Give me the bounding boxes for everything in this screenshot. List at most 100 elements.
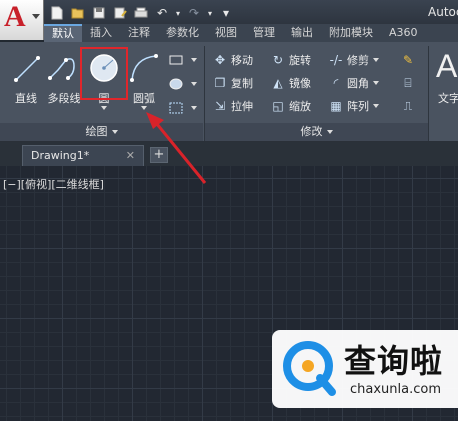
title-bar: ↶ ▾ ↷ ▾ ▾ Autoc: [0, 0, 458, 27]
window-title: Autoc: [428, 5, 458, 19]
tab-a360[interactable]: A360: [381, 24, 426, 42]
autocad-logo-icon: A: [4, 0, 26, 33]
polyline-tool-button[interactable]: 多段线: [44, 48, 84, 110]
trim-tool-label: 修剪: [347, 54, 369, 67]
watermark-url: chaxunla.com: [350, 382, 441, 397]
modify-panel-title[interactable]: 修改: [205, 123, 428, 141]
chevron-down-icon[interactable]: [101, 106, 107, 110]
mirror-icon: ◭: [273, 76, 283, 90]
scale-tool-button[interactable]: ◱ 缩放: [270, 96, 311, 116]
explode-tool-button[interactable]: ⌸: [400, 73, 419, 93]
stretch-tool-button[interactable]: ⇲ 拉伸: [212, 96, 253, 116]
ribbon-body: 直线 多段线 圆 圆弧 绘图 ✥ 移动 ❐ 复制 ⇲ 拉伸 ↻ 旋转 ◭ 镜像 …: [0, 42, 458, 142]
draw-panel-label: 绘图: [85, 125, 108, 138]
chevron-down-icon: [191, 82, 197, 86]
quick-access-toolbar: ↶ ▾ ↷ ▾ ▾: [48, 4, 235, 22]
watermark-title: 查询啦: [344, 342, 444, 380]
chevron-down-icon: [326, 130, 333, 134]
document-tab-bar: Drawing1* ✕ +: [0, 142, 458, 166]
explode-icon: ⌸: [404, 75, 412, 90]
mirror-tool-label: 镜像: [289, 77, 311, 90]
ribbon-tab-bar: 默认 插入 注释 参数化 视图 管理 输出 附加模块 A360: [44, 24, 458, 42]
tab-insert[interactable]: 插入: [82, 24, 120, 42]
array-tool-label: 阵列: [347, 100, 369, 113]
tab-output[interactable]: 输出: [283, 24, 321, 42]
chevron-down-icon: [373, 104, 379, 108]
arc-tool-label: 圆弧: [133, 92, 155, 105]
trim-tool-button[interactable]: -/- 修剪: [328, 50, 379, 70]
line-tool-button[interactable]: 直线: [6, 48, 46, 110]
scale-tool-label: 缩放: [289, 100, 311, 113]
tab-addins[interactable]: 附加模块: [321, 24, 381, 42]
save-icon[interactable]: [90, 5, 108, 21]
draw-panel-title[interactable]: 绘图: [0, 123, 203, 141]
document-tab-label: Drawing1*: [31, 149, 90, 162]
new-icon[interactable]: [48, 5, 66, 21]
line-tool-label: 直线: [15, 92, 37, 105]
trim-icon: -/-: [329, 53, 343, 67]
region-tool-button[interactable]: [168, 98, 197, 118]
tab-default[interactable]: 默认: [44, 24, 82, 42]
polyline-tool-label: 多段线: [47, 92, 81, 105]
print-icon[interactable]: [132, 5, 150, 21]
rotate-tool-label: 旋转: [289, 54, 311, 67]
dropdown-caret-icon[interactable]: ▾: [206, 5, 214, 21]
tab-parametric[interactable]: 参数化: [158, 24, 207, 42]
move-tool-button[interactable]: ✥ 移动: [212, 50, 253, 70]
tab-manage[interactable]: 管理: [245, 24, 283, 42]
rectangle-icon: [168, 52, 184, 68]
hatch-tool-button[interactable]: [168, 74, 197, 94]
text-tool-button[interactable]: A 文字: [434, 48, 458, 110]
erase-tool-button[interactable]: ✎: [400, 50, 419, 70]
erase-icon: ✎: [402, 53, 414, 67]
line-icon: [14, 56, 40, 82]
tab-view[interactable]: 视图: [207, 24, 245, 42]
chevron-down-icon: [111, 130, 118, 134]
copy-tool-label: 复制: [231, 77, 253, 90]
move-tool-label: 移动: [231, 54, 253, 67]
more-icon[interactable]: ▾: [217, 5, 235, 21]
chevron-down-icon[interactable]: [141, 106, 147, 110]
dropdown-caret-icon[interactable]: ▾: [174, 5, 182, 21]
stretch-icon: ⇲: [214, 99, 226, 113]
arc-icon: [130, 54, 158, 82]
new-tab-button[interactable]: +: [150, 147, 168, 163]
autocad-window: ↶ ▾ ↷ ▾ ▾ Autoc A 默认 插入 注释 参数化 视图 管理 输出 …: [0, 0, 458, 421]
copy-tool-button[interactable]: ❐ 复制: [212, 73, 253, 93]
undo-icon[interactable]: ↶: [153, 5, 171, 21]
tab-drawing1[interactable]: Drawing1* ✕: [22, 145, 144, 166]
offset-tool-button[interactable]: ⎍: [400, 96, 419, 116]
chevron-down-icon: [191, 58, 197, 62]
chevron-down-icon: [373, 58, 379, 62]
rectangle-tool-button[interactable]: [168, 50, 197, 70]
close-icon[interactable]: ✕: [126, 146, 135, 166]
rotate-tool-button[interactable]: ↻ 旋转: [270, 50, 311, 70]
chevron-down-icon: [191, 106, 197, 110]
rotate-icon: ↻: [272, 53, 284, 67]
circle-tool-highlight: [80, 47, 128, 100]
fillet-tool-label: 圆角: [347, 77, 369, 90]
viewport-controls[interactable]: [−][俯视][二维线框]: [3, 176, 104, 192]
array-icon: ▦: [330, 99, 342, 113]
fillet-tool-button[interactable]: ◜ 圆角: [328, 73, 379, 93]
tab-annotate[interactable]: 注释: [120, 24, 158, 42]
arc-tool-button[interactable]: 圆弧: [124, 48, 164, 110]
scale-icon: ◱: [272, 99, 284, 113]
copy-icon: ❐: [214, 76, 226, 90]
stretch-tool-label: 拉伸: [231, 100, 253, 113]
move-icon: ✥: [214, 53, 226, 67]
saveas-icon[interactable]: [111, 5, 129, 21]
mirror-tool-button[interactable]: ◭ 镜像: [270, 73, 311, 93]
text-icon: A: [436, 48, 458, 84]
redo-icon[interactable]: ↷: [185, 5, 203, 21]
chevron-down-icon: [373, 81, 379, 85]
text-tool-label: 文字: [438, 92, 458, 105]
offset-icon: ⎍: [403, 98, 413, 113]
fillet-icon: ◜: [333, 76, 339, 90]
open-icon[interactable]: [69, 5, 87, 21]
watermark: 查询啦 chaxunla.com: [272, 330, 458, 408]
array-tool-button[interactable]: ▦ 阵列: [328, 96, 379, 116]
polyline-icon: [48, 58, 75, 80]
panel-divider: [428, 46, 429, 141]
application-menu-button[interactable]: A: [0, 0, 44, 40]
